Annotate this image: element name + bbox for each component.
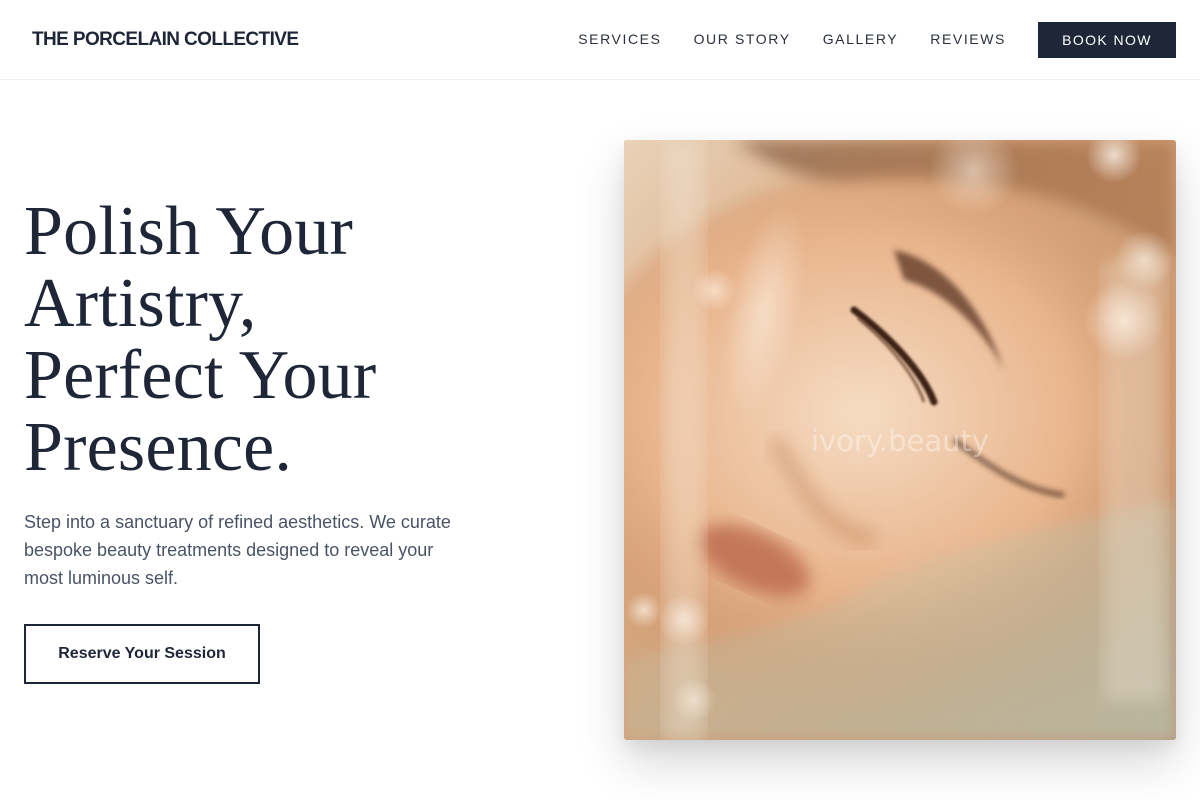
nav-link-services[interactable]: SERVICES — [578, 31, 661, 47]
brand-logo[interactable]: THE PORCELAIN COLLECTIVE — [32, 29, 299, 51]
hero-title-line: Presence. — [24, 409, 293, 486]
reserve-session-button[interactable]: Reserve Your Session — [24, 624, 260, 684]
hero-title-line: Artistry, — [24, 265, 257, 342]
book-now-button[interactable]: BOOK NOW — [1038, 22, 1176, 58]
hero-title: Polish Your Artistry, Perfect Your Prese… — [24, 196, 584, 484]
hero-subtitle: Step into a sanctuary of refined aesthet… — [24, 512, 451, 588]
hero-title-line: Polish Your — [24, 193, 354, 270]
portrait-illustration — [624, 140, 1176, 740]
nav-link-gallery[interactable]: GALLERY — [823, 31, 899, 47]
hero-portrait-image: ivory.beauty — [624, 140, 1176, 740]
site-header: THE PORCELAIN COLLECTIVE SERVICES OUR ST… — [0, 0, 1200, 80]
main-nav: SERVICES OUR STORY GALLERY REVIEWS — [578, 31, 1006, 47]
nav-link-our-story[interactable]: OUR STORY — [694, 31, 791, 47]
hero-title-line: Perfect Your — [24, 337, 377, 414]
nav-link-reviews[interactable]: REVIEWS — [930, 31, 1006, 47]
